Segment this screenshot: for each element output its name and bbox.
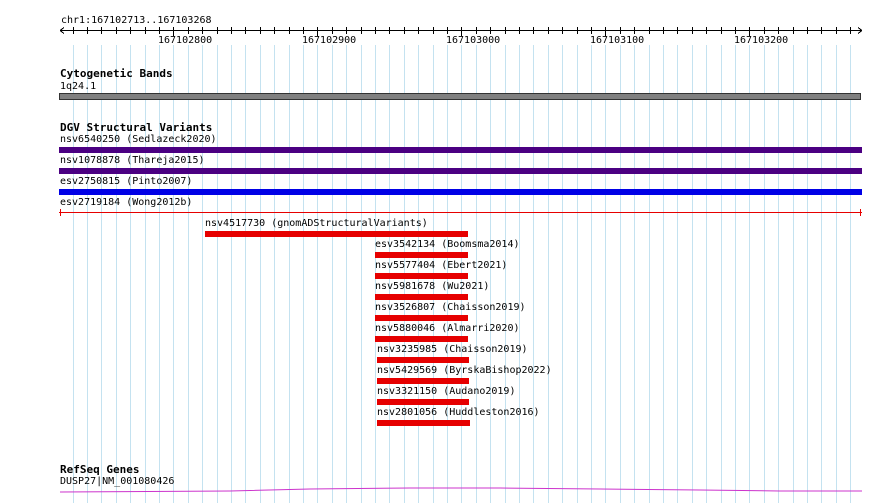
variant-label[interactable]: nsv5880046 (Almarri2020) bbox=[375, 323, 520, 335]
variant-label[interactable]: esv2719184 (Wong2012b) bbox=[60, 197, 192, 209]
cytoband-bar[interactable] bbox=[59, 93, 861, 100]
variant-bar[interactable] bbox=[375, 294, 468, 300]
variant-bar[interactable] bbox=[377, 420, 470, 426]
variant-label[interactable]: nsv1078878 (Thareja2015) bbox=[60, 155, 205, 167]
variant-bar[interactable] bbox=[377, 378, 469, 384]
gene-label[interactable]: DUSP27|NM_001080426 bbox=[60, 476, 174, 488]
variant-label[interactable]: nsv5429569 (ByrskaBishop2022) bbox=[377, 365, 552, 377]
region-label: chr1:167102713..167103268 bbox=[61, 15, 212, 26]
variant-label[interactable]: esv3542134 (Boomsma2014) bbox=[375, 239, 520, 251]
variant-label[interactable]: nsv6540250 (Sedlazeck2020) bbox=[60, 134, 217, 146]
variant-bar[interactable] bbox=[375, 315, 468, 321]
cytoband-label[interactable]: 1q24.1 bbox=[60, 81, 96, 93]
variant-bar-end-tick bbox=[860, 209, 861, 216]
ruler-tick-label: 167103100 bbox=[590, 35, 645, 46]
ruler-tick-label: 167103200 bbox=[734, 35, 789, 46]
variant-bar[interactable] bbox=[375, 273, 468, 279]
variant-bar[interactable] bbox=[377, 357, 469, 363]
variant-bar[interactable] bbox=[59, 147, 862, 153]
variant-label[interactable]: nsv5577404 (Ebert2021) bbox=[375, 260, 507, 272]
ruler-tick-label: 167102900 bbox=[302, 35, 357, 46]
variant-bar-start-tick bbox=[60, 209, 61, 216]
variant-label[interactable]: nsv4517730 (gnomADStructuralVariants) bbox=[205, 218, 428, 230]
variant-label[interactable]: nsv3526807 (Chaisson2019) bbox=[375, 302, 526, 314]
variant-bar[interactable] bbox=[59, 189, 862, 195]
variant-bar[interactable] bbox=[205, 231, 468, 237]
track-title-refseq-genes: RefSeq Genes bbox=[60, 463, 140, 476]
variant-label[interactable]: nsv2801056 (Huddleston2016) bbox=[377, 407, 540, 419]
variant-label[interactable]: nsv3235985 (Chaisson2019) bbox=[377, 344, 528, 356]
variant-bar[interactable] bbox=[377, 399, 469, 405]
variant-bar[interactable] bbox=[59, 168, 862, 174]
track-title-cytogenetic-bands: Cytogenetic Bands bbox=[60, 67, 173, 80]
variant-bar[interactable] bbox=[375, 336, 468, 342]
track-title-dgv-structural-variants: DGV Structural Variants bbox=[60, 121, 213, 134]
ruler-tick-label: 167102800 bbox=[158, 35, 213, 46]
ruler-tick-label: 167103000 bbox=[446, 35, 501, 46]
variant-label[interactable]: nsv3321150 (Audano2019) bbox=[377, 386, 515, 398]
variant-label[interactable]: esv2750815 (Pinto2007) bbox=[60, 176, 192, 188]
variant-bar-thin[interactable] bbox=[59, 212, 862, 213]
variant-label[interactable]: nsv5981678 (Wu2021) bbox=[375, 281, 489, 293]
variant-bar[interactable] bbox=[375, 252, 468, 258]
